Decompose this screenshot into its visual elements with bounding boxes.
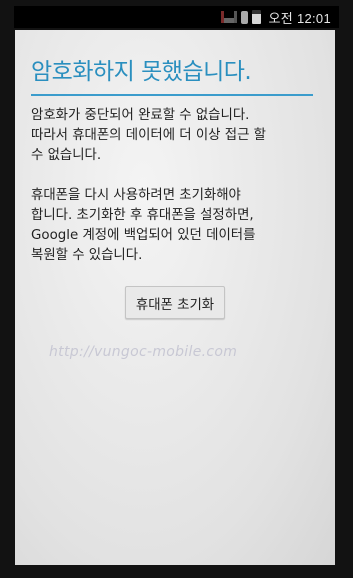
- phone-frame: 오전 12:01 암호화하지 못했습니다. 암호화가 중단되어 완료할 수 없습…: [0, 0, 353, 578]
- encryption-failed-screen: 암호화하지 못했습니다. 암호화가 중단되어 완료할 수 없습니다. 따라서 휴…: [15, 30, 335, 565]
- factory-reset-button[interactable]: 휴대폰 초기화: [125, 286, 225, 319]
- status-bar: 오전 12:01: [14, 6, 339, 28]
- status-time: 오전 12:01: [268, 10, 331, 26]
- message-paragraph: 휴대폰을 다시 사용하려면 초기화해야 합니다. 초기화한 후 휴대폰을 설정하…: [31, 188, 256, 263]
- title-divider: [31, 94, 313, 96]
- watermark: http://vungoc-mobile.com: [49, 344, 238, 360]
- battery-icon: [251, 10, 261, 24]
- lock-icon: [240, 10, 248, 24]
- page-title: 암호화하지 못했습니다.: [31, 59, 252, 85]
- message-paragraph: 암호화가 중단되어 완료할 수 없습니다. 따라서 휴대폰의 데이터에 더 이상…: [31, 108, 266, 163]
- signal-icon: [220, 11, 237, 23]
